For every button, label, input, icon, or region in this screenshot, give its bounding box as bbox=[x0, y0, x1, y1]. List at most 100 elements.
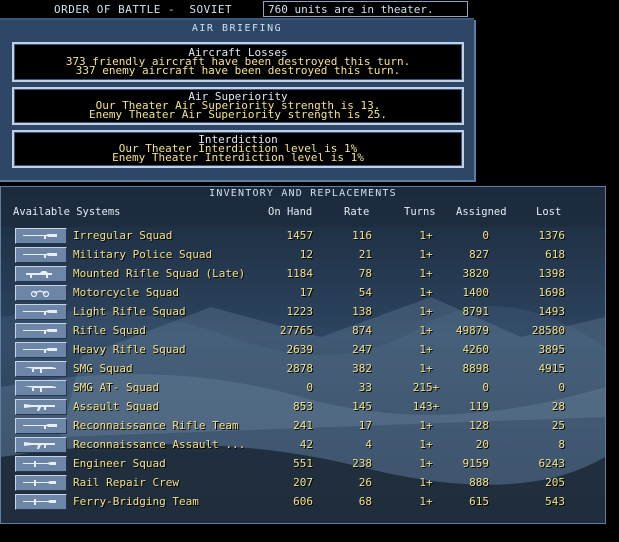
unit-select-button[interactable] bbox=[15, 380, 67, 396]
rate-value: 138 bbox=[352, 305, 372, 318]
assigned-value: 49879 bbox=[455, 324, 489, 337]
assigned-value: 8791 bbox=[462, 305, 490, 318]
inventory-column-headers: Available Systems On Hand Rate Turns Ass… bbox=[5, 203, 601, 219]
lost-value: 6243 bbox=[538, 457, 566, 470]
unit-name: Ferry-Bridging Team bbox=[73, 495, 199, 508]
assigned-value: 0 bbox=[482, 381, 489, 394]
turns-value: 1+ bbox=[419, 324, 433, 337]
on-hand-value: 207 bbox=[293, 476, 313, 489]
on-hand-value: 1184 bbox=[286, 267, 314, 280]
turns-value: 1+ bbox=[419, 362, 433, 375]
rate-value: 78 bbox=[358, 267, 372, 280]
turns-value: 1+ bbox=[419, 248, 433, 261]
assigned-value: 20 bbox=[475, 438, 489, 451]
lost-value: 618 bbox=[545, 248, 565, 261]
rate-value: 145 bbox=[352, 400, 372, 413]
col-available-systems: Available Systems bbox=[13, 206, 121, 218]
rate-value: 26 bbox=[358, 476, 372, 489]
unit-select-button[interactable] bbox=[15, 304, 67, 320]
assigned-value: 1400 bbox=[462, 286, 490, 299]
turns-value: 1+ bbox=[419, 305, 433, 318]
assigned-value: 4260 bbox=[462, 343, 490, 356]
inventory-row: Assault Squad 853 145 143+ 119 28 bbox=[1, 398, 605, 417]
unit-select-button[interactable] bbox=[15, 342, 67, 358]
inventory-heading: INVENTORY AND REPLACEMENTS bbox=[209, 188, 397, 199]
lost-value: 0 bbox=[558, 381, 565, 394]
unit-select-button[interactable] bbox=[15, 247, 67, 263]
lost-value: 543 bbox=[545, 495, 565, 508]
unit-name: Military Police Squad bbox=[73, 248, 213, 261]
inventory-row: Heavy Rifle Squad 2639 247 1+ 4260 3895 bbox=[1, 341, 605, 360]
unit-select-button[interactable] bbox=[15, 361, 67, 377]
turns-value: 1+ bbox=[419, 438, 433, 451]
on-hand-value: 551 bbox=[293, 457, 313, 470]
inventory-row: Military Police Squad 12 21 1+ 827 618 bbox=[1, 246, 605, 265]
screen-title: ORDER OF BATTLE - SOVIET bbox=[54, 3, 233, 16]
inventory-row: Motorcycle Squad 17 54 1+ 1400 1698 bbox=[1, 284, 605, 303]
unit-select-button[interactable] bbox=[15, 437, 67, 453]
inventory-row: Rail Repair Crew 207 26 1+ 888 205 bbox=[1, 474, 605, 493]
unit-select-button[interactable] bbox=[15, 494, 67, 510]
on-hand-value: 17 bbox=[299, 286, 313, 299]
on-hand-value: 241 bbox=[293, 419, 313, 432]
unit-name: Rifle Squad bbox=[73, 324, 146, 337]
assigned-value: 9159 bbox=[462, 457, 490, 470]
unit-name: Mounted Rifle Squad (Late) bbox=[73, 267, 246, 280]
turns-value: 1+ bbox=[419, 457, 433, 470]
lost-value: 25 bbox=[551, 419, 565, 432]
inventory-row: Irregular Squad 1457 116 1+ 0 1376 bbox=[1, 227, 605, 246]
turns-value: 143+ bbox=[412, 400, 440, 413]
on-hand-value: 12 bbox=[299, 248, 313, 261]
unit-select-button[interactable] bbox=[15, 399, 67, 415]
lost-value: 205 bbox=[545, 476, 565, 489]
inventory-row: Rifle Squad 27765 874 1+ 49879 28580 bbox=[1, 322, 605, 341]
turns-value: 1+ bbox=[419, 229, 433, 242]
assigned-value: 3820 bbox=[462, 267, 490, 280]
rate-value: 21 bbox=[358, 248, 372, 261]
turns-value: 1+ bbox=[419, 419, 433, 432]
units-count-text: 760 units are in theater. bbox=[268, 3, 434, 16]
col-turns: Turns bbox=[404, 206, 436, 218]
lost-value: 4915 bbox=[538, 362, 566, 375]
unit-name: Light Rifle Squad bbox=[73, 305, 186, 318]
lost-value: 1398 bbox=[538, 267, 566, 280]
col-rate: Rate bbox=[344, 206, 370, 218]
unit-select-button[interactable] bbox=[15, 285, 67, 301]
col-assigned: Assigned bbox=[456, 206, 507, 218]
assigned-value: 888 bbox=[469, 476, 489, 489]
unit-name: SMG AT- Squad bbox=[73, 381, 160, 394]
on-hand-value: 606 bbox=[293, 495, 313, 508]
turns-value: 1+ bbox=[419, 267, 433, 280]
rate-value: 116 bbox=[352, 229, 372, 242]
unit-name: Assault Squad bbox=[73, 400, 160, 413]
rate-value: 33 bbox=[358, 381, 372, 394]
turns-value: 215+ bbox=[412, 381, 440, 394]
inventory-panel: INVENTORY AND REPLACEMENTS Available Sys… bbox=[0, 186, 606, 524]
rate-value: 68 bbox=[358, 495, 372, 508]
unit-name: Reconnaissance Rifle Team bbox=[73, 419, 239, 432]
unit-select-button[interactable] bbox=[15, 228, 67, 244]
unit-name: Motorcycle Squad bbox=[73, 286, 179, 299]
unit-select-button[interactable] bbox=[15, 323, 67, 339]
lost-value: 28580 bbox=[531, 324, 565, 337]
lost-value: 8 bbox=[558, 438, 565, 451]
on-hand-value: 27765 bbox=[279, 324, 313, 337]
unit-select-button[interactable] bbox=[15, 418, 67, 434]
unit-name: Heavy Rifle Squad bbox=[73, 343, 186, 356]
assigned-value: 128 bbox=[469, 419, 489, 432]
unit-select-button[interactable] bbox=[15, 266, 67, 282]
col-on-hand: On Hand bbox=[268, 206, 313, 218]
assigned-value: 827 bbox=[469, 248, 489, 261]
unit-select-button[interactable] bbox=[15, 475, 67, 491]
unit-name: SMG Squad bbox=[73, 362, 133, 375]
inventory-row: Mounted Rifle Squad (Late) 1184 78 1+ 3820 13… bbox=[1, 265, 605, 284]
air-superiority-box: Air Superiority Our Theater Air Superior… bbox=[12, 87, 464, 125]
assigned-value: 119 bbox=[469, 400, 489, 413]
assigned-value: 8898 bbox=[462, 362, 490, 375]
rate-value: 238 bbox=[352, 457, 372, 470]
lost-value: 3895 bbox=[538, 343, 566, 356]
on-hand-value: 1223 bbox=[286, 305, 314, 318]
turns-value: 1+ bbox=[419, 495, 433, 508]
unit-select-button[interactable] bbox=[15, 456, 67, 472]
enemy-aircraft-losses: 337 enemy aircraft have been destroyed t… bbox=[75, 64, 401, 77]
